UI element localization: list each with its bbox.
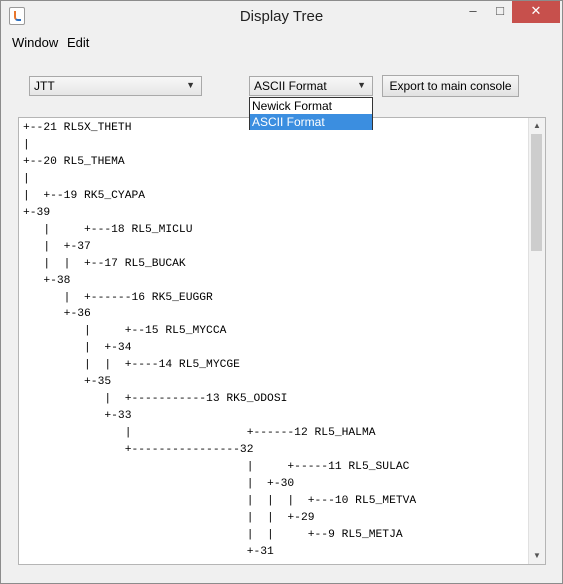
minimize-button[interactable]: – (460, 1, 486, 23)
format-select-value: ASCII Format (254, 79, 327, 93)
title-bar[interactable]: Display Tree – □ ✕ (1, 1, 562, 33)
ascii-tree-text: +--21 RL5X_THETH | +--20 RL5_THEMA | | +… (23, 122, 417, 558)
method-select-value: JTT (34, 79, 55, 93)
chevron-down-icon: ▼ (186, 80, 195, 90)
export-to-console-button[interactable]: Export to main console (382, 75, 519, 97)
tree-text-area[interactable]: +--21 RL5X_THETH | +--20 RL5_THEMA | | +… (18, 117, 546, 565)
close-button[interactable]: ✕ (512, 1, 560, 23)
scrollbar-thumb[interactable] (531, 134, 542, 251)
menu-edit[interactable]: Edit (67, 35, 89, 50)
scroll-up-icon[interactable]: ▲ (529, 118, 545, 134)
format-option-newick[interactable]: Newick Format (250, 98, 372, 114)
vertical-scrollbar[interactable]: ▲ ▼ (528, 118, 545, 564)
maximize-button[interactable]: □ (487, 1, 513, 23)
scroll-down-icon[interactable]: ▼ (529, 548, 545, 564)
format-option-ascii[interactable]: ASCII Format (250, 114, 372, 130)
format-select[interactable]: ASCII Format ▼ (249, 76, 373, 96)
method-select[interactable]: JTT ▼ (29, 76, 202, 96)
display-tree-window: Display Tree – □ ✕ Window Edit JTT ▼ ASC… (0, 0, 563, 584)
menu-window[interactable]: Window (12, 35, 58, 50)
menu-bar: Window Edit (1, 33, 562, 53)
chevron-down-icon: ▼ (357, 80, 366, 90)
format-dropdown-list: Newick Format ASCII Format (249, 97, 373, 130)
